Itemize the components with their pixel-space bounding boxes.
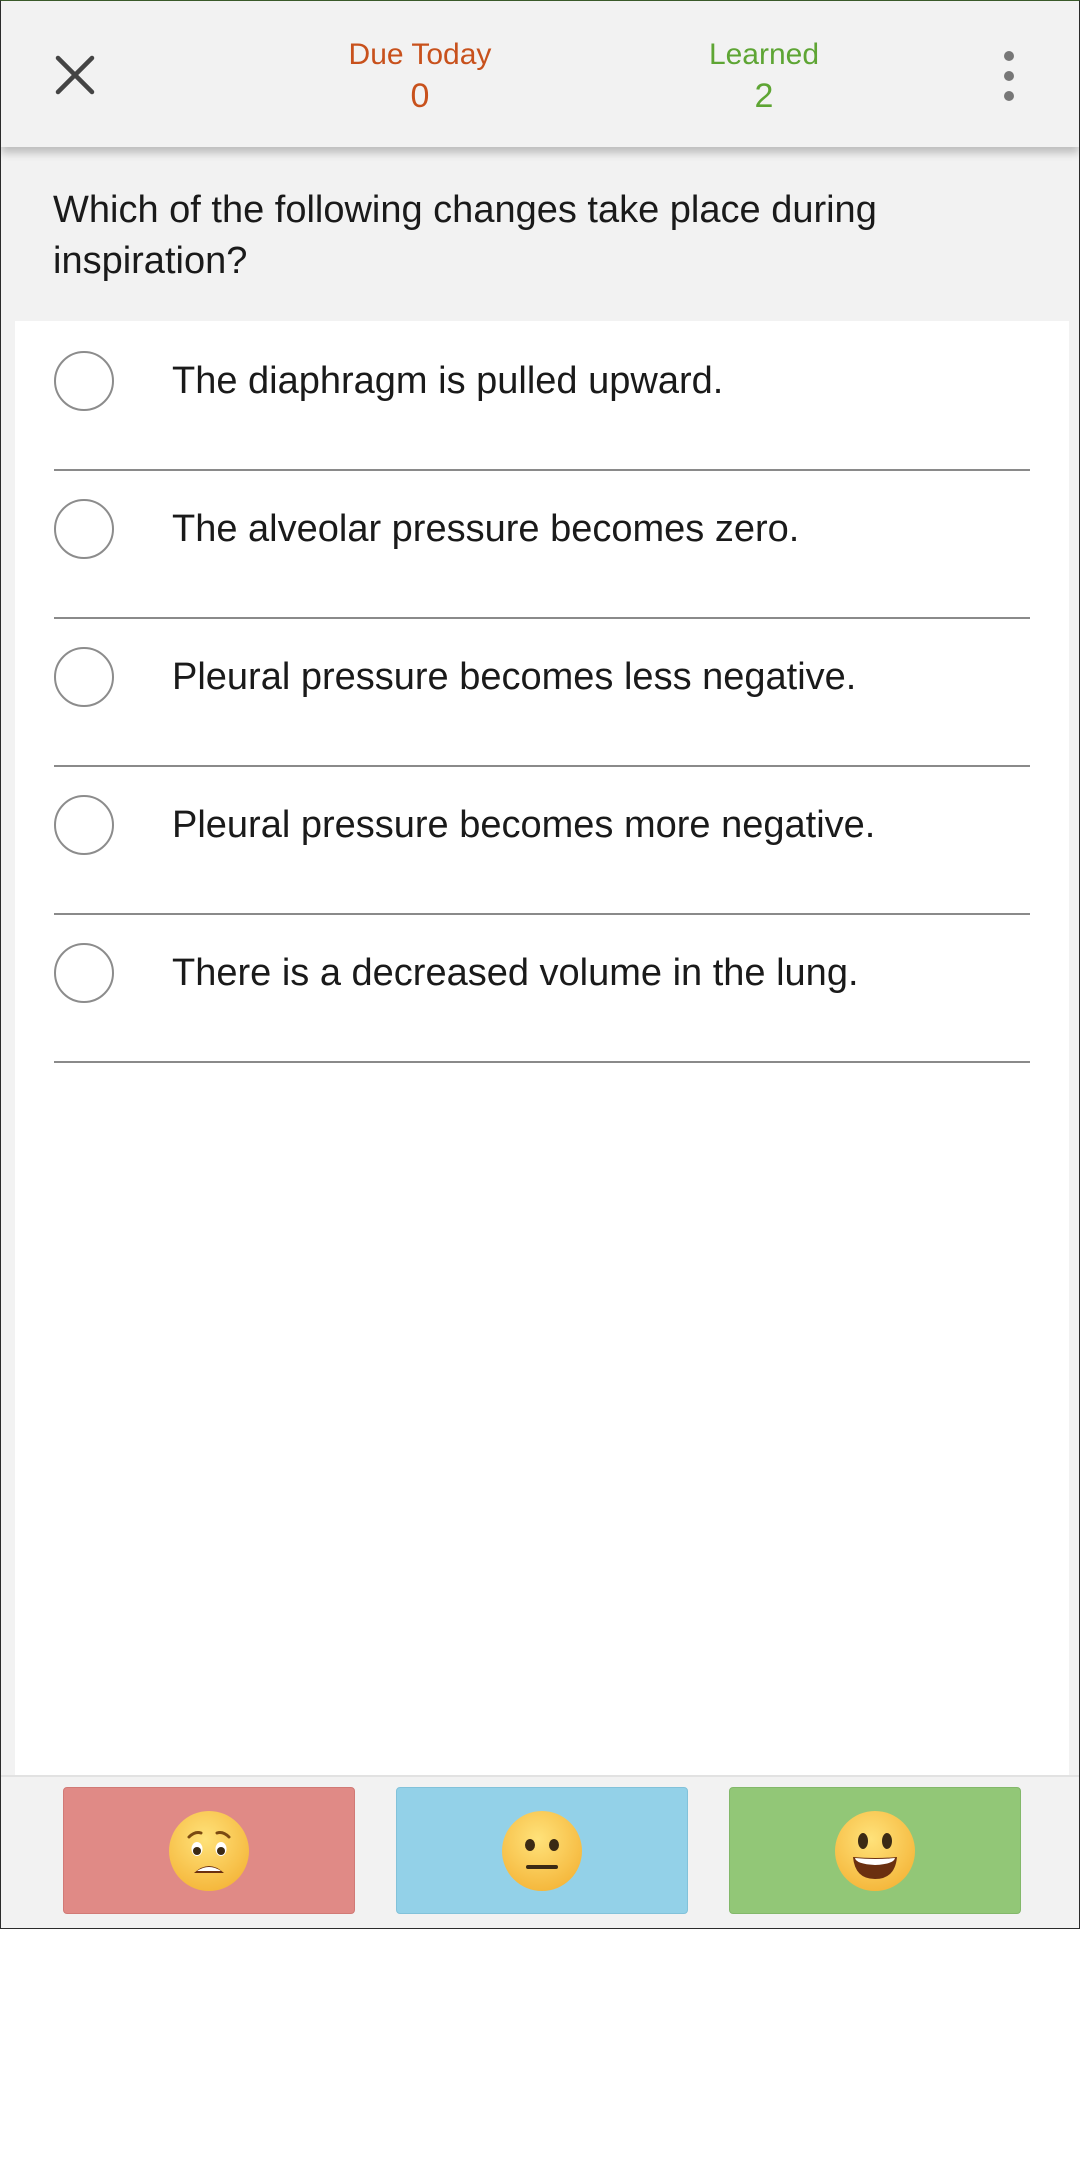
due-today-count: 0 [410,77,430,115]
top-bar: Due Today 0 Learned 2 [1,1,1079,147]
answer-option[interactable]: Pleural pressure becomes more negative. [54,765,1030,915]
answer-option-label: The diaphragm is pulled upward. [172,360,724,402]
radio-button[interactable] [54,499,114,559]
answer-option-label: There is a decreased volume in the lung. [172,952,859,994]
rate-easy-button[interactable] [729,1787,1021,1914]
more-options-button[interactable] [991,51,1027,101]
radio-button[interactable] [54,647,114,707]
blank-area [0,1930,1080,2183]
radio-button[interactable] [54,351,114,411]
learned-label: Learned [708,38,820,71]
question-text: Which of the following changes take plac… [53,189,877,282]
radio-button[interactable] [54,943,114,1003]
learned-count: 2 [754,77,774,115]
answer-option[interactable]: Pleural pressure becomes less negative. [54,617,1030,767]
answer-option[interactable]: The diaphragm is pulled upward. [54,321,1030,471]
answer-options-card: The diaphragm is pulled upward. The alve… [15,321,1069,1776]
due-today-stat: Due Today 0 [310,37,530,117]
neutral-face-icon [502,1810,582,1891]
app-frame: Due Today 0 Learned 2 Which of the follo… [0,0,1080,1929]
answer-option-label: Pleural pressure becomes less negative. [172,656,857,698]
learned-stat: Learned 2 [654,37,874,117]
answer-option[interactable]: There is a decreased volume in the lung. [54,913,1030,1063]
radio-button[interactable] [54,795,114,855]
more-vert-icon [1004,51,1014,61]
answer-option-label: Pleural pressure becomes more negative. [172,804,876,846]
happy-face-icon [835,1810,915,1891]
answer-option[interactable]: The alveolar pressure becomes zero. [54,469,1030,619]
answer-option-label: The alveolar pressure becomes zero. [172,508,800,550]
close-icon [55,55,95,95]
due-today-label: Due Today [348,38,492,71]
worried-face-icon [169,1810,249,1891]
close-button[interactable] [45,45,105,105]
rate-ok-button[interactable] [396,1787,688,1914]
rate-hard-button[interactable] [63,1787,355,1914]
rating-bar [1,1775,1079,1928]
